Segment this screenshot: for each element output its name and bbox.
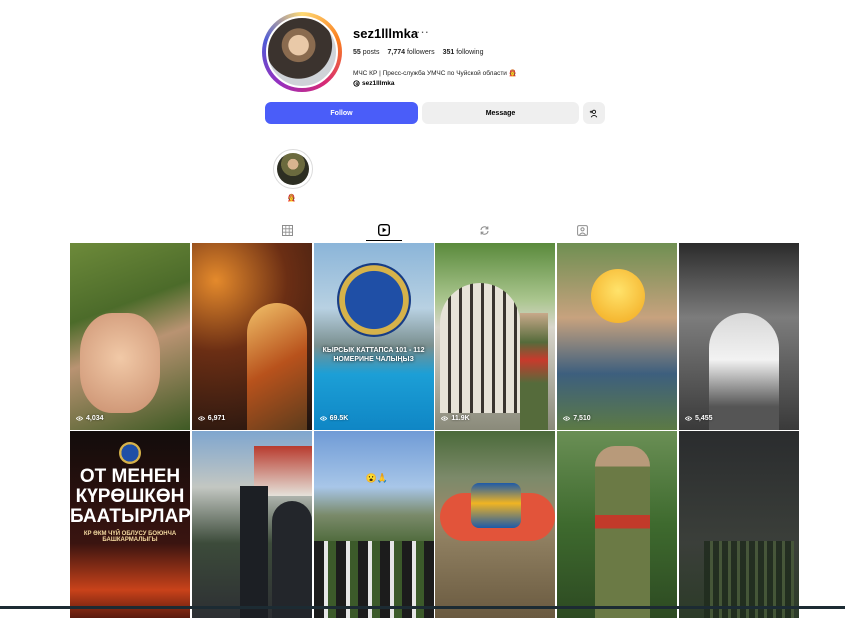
avatar[interactable]: [266, 16, 338, 88]
reel-thumbnail[interactable]: 5,455: [678, 243, 799, 430]
follow-button[interactable]: Follow: [265, 102, 418, 124]
reel-thumbnail[interactable]: 4,034: [70, 243, 190, 430]
repost-icon: [479, 225, 489, 235]
reel-caption: КЫРСЫК КАТТАПСА 101 - 112 НОМЕРИНЕ ЧАЛЫҢ…: [322, 347, 425, 363]
reel-thumbnail[interactable]: 11.9K: [435, 243, 556, 430]
reel-thumbnail[interactable]: 7,510: [557, 243, 678, 430]
view-count: 69.5K: [319, 415, 348, 422]
tab-reposts[interactable]: [477, 223, 491, 237]
reel-thumbnail[interactable]: [435, 431, 556, 618]
add-person-button[interactable]: [583, 102, 605, 124]
highlight-cover[interactable]: [277, 153, 309, 185]
tab-reels[interactable]: [377, 223, 391, 237]
reel-thumbnail[interactable]: [678, 431, 799, 618]
view-count: 5,455: [684, 415, 713, 422]
threads-icon: [353, 80, 360, 87]
username: sez1lllmka: [353, 26, 419, 41]
emoji-sticker: [591, 269, 646, 323]
eye-icon: [197, 416, 205, 421]
more-options-icon[interactable]: ···: [416, 24, 429, 39]
tab-posts[interactable]: [280, 223, 294, 237]
eye-icon: [76, 416, 83, 421]
tagged-icon: [576, 224, 588, 236]
active-tab-indicator: [366, 240, 402, 241]
reels-icon: [378, 224, 390, 236]
poster-title: ОТ МЕНЕН КҮРӨШКӨН БААТЫРЛАР: [70, 466, 190, 527]
highlight-label: 👩‍🚒: [287, 195, 296, 202]
posts-stat: 55 posts: [353, 49, 380, 56]
message-button[interactable]: Message: [422, 102, 579, 124]
add-person-icon: [589, 109, 598, 118]
emergency-emblem: [336, 263, 411, 337]
followers-stat[interactable]: 7,774 followers: [387, 49, 434, 56]
eye-icon: [319, 416, 327, 421]
eye-icon: [441, 416, 449, 421]
tab-tagged[interactable]: [575, 223, 589, 237]
view-count: 7,510: [563, 415, 591, 422]
threads-handle: sez1lllmka: [362, 80, 395, 87]
reel-thumbnail[interactable]: КЫРСЫК КАТТАПСА 101 - 112 НОМЕРИНЕ ЧАЛЫҢ…: [313, 243, 434, 430]
reel-thumbnail[interactable]: ОТ МЕНЕН КҮРӨШКӨН БААТЫРЛАР КР ӨКМ ЧҮЙ О…: [70, 431, 190, 618]
grid-icon: [281, 224, 293, 236]
reel-thumbnail[interactable]: 😮🙏: [313, 431, 434, 618]
threads-link[interactable]: sez1lllmka: [353, 80, 395, 87]
reel-overlay-emoji: 😮🙏: [365, 473, 389, 483]
reels-grid: 4,034 6,971 КЫРСЫК КАТТАПСА 101 - 112 НО…: [70, 243, 799, 618]
eye-icon: [563, 416, 571, 421]
reel-thumbnail[interactable]: 6,971: [191, 243, 312, 430]
view-count: 6,971: [197, 415, 225, 422]
view-count: 4,034: [76, 415, 104, 422]
poster-subtitle: КР ӨКМ ЧҮЙ ОБЛУСУ БОЮНЧА БАШКАРМАЛЫГЫ: [83, 531, 177, 543]
following-stat[interactable]: 351 following: [443, 49, 484, 56]
profile-bio: МЧС КР | Пресс-служба УМЧС по Чуйской об…: [353, 70, 517, 77]
eye-icon: [684, 416, 692, 421]
profile-stats: 55 posts 7,774 followers 351 following: [353, 49, 483, 56]
reel-thumbnail[interactable]: [557, 431, 678, 618]
reel-thumbnail[interactable]: [191, 431, 312, 618]
view-count: 11.9K: [441, 415, 470, 422]
emergency-emblem: [119, 442, 141, 464]
